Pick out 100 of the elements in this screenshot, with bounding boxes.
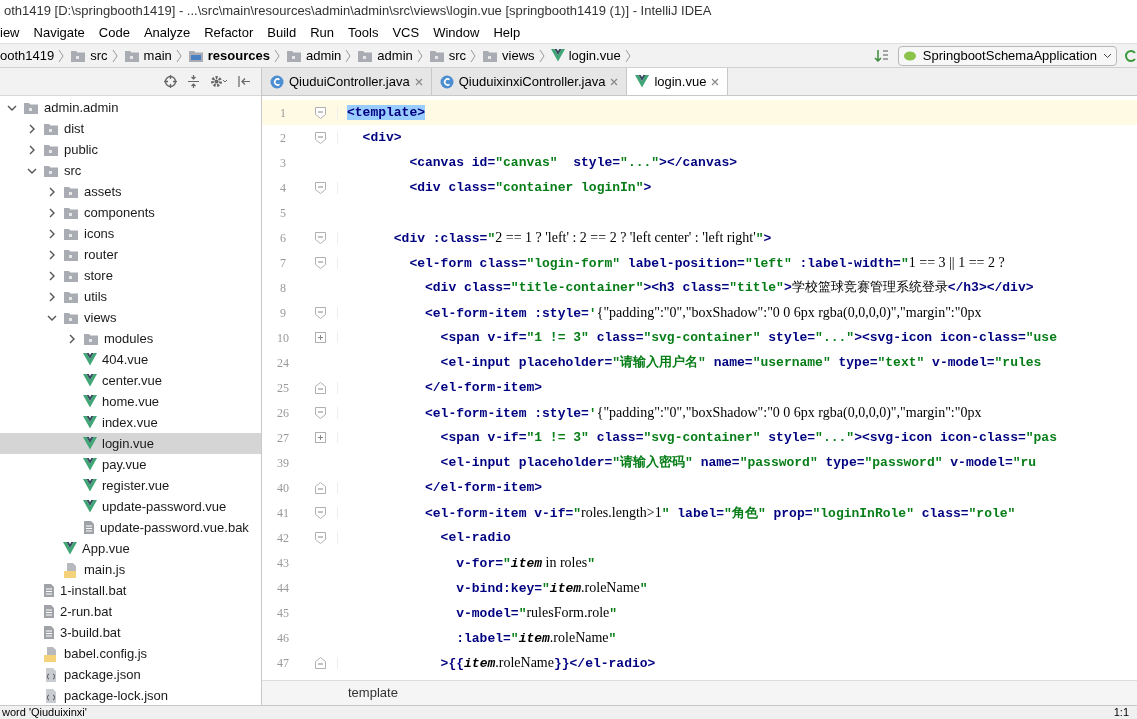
menu-item[interactable]: VCS <box>392 22 420 43</box>
line-number: 27 <box>276 429 290 447</box>
collapse-all-icon[interactable] <box>187 75 200 88</box>
fold-marker-icon[interactable] <box>315 256 326 269</box>
menu-item[interactable]: Tools <box>348 22 379 43</box>
breadcrumb-item[interactable]: resources <box>187 45 286 66</box>
chevron-icon[interactable] <box>47 291 57 302</box>
chevron-icon[interactable] <box>47 249 57 260</box>
breadcrumb-item[interactable]: admin <box>285 45 358 66</box>
settings-icon[interactable] <box>210 75 228 88</box>
tree-item[interactable]: update-password.vue.bak <box>0 517 261 538</box>
tree-item[interactable]: package-lock.json <box>0 685 261 705</box>
fold-marker-icon[interactable] <box>315 381 326 394</box>
fold-marker-icon[interactable] <box>315 131 326 144</box>
tree-item[interactable]: utils <box>0 286 261 307</box>
tree-item[interactable]: components <box>0 202 261 223</box>
menu-item[interactable]: Run <box>310 22 335 43</box>
menu-item[interactable]: Window <box>433 22 480 43</box>
fold-marker-icon[interactable] <box>315 181 326 194</box>
breadcrumb-item[interactable]: views <box>482 45 551 66</box>
fold-marker-icon[interactable] <box>315 481 326 494</box>
chevron-icon[interactable] <box>47 270 57 281</box>
fold-marker-icon[interactable] <box>315 406 326 419</box>
fold-marker-icon[interactable] <box>315 531 326 544</box>
tree-item[interactable]: 2-run.bat <box>0 601 261 622</box>
tree-item[interactable]: admin.admin <box>0 97 261 118</box>
tree-item[interactable]: 3-build.bat <box>0 622 261 643</box>
crosshair-icon[interactable] <box>164 75 177 88</box>
code-line: v-for="item in roles" <box>455 553 595 573</box>
tree-item[interactable]: main.js <box>0 559 261 580</box>
tree-item[interactable]: assets <box>0 181 261 202</box>
tree-item[interactable]: center.vue <box>0 370 261 391</box>
tree-item[interactable]: modules <box>0 328 261 349</box>
tree-item[interactable]: icons <box>0 223 261 244</box>
tree-item[interactable]: index.vue <box>0 412 261 433</box>
tree-item[interactable]: 1-install.bat <box>0 580 261 601</box>
breadcrumb-item[interactable]: admin <box>357 45 429 66</box>
tree-item[interactable]: router <box>0 244 261 265</box>
line-number: 9 <box>279 304 287 322</box>
breadcrumb-item[interactable]: src <box>70 45 124 66</box>
chevron-icon[interactable] <box>27 123 37 134</box>
tree-item[interactable]: babel.config.js <box>0 643 261 664</box>
menu-item[interactable]: Refactor <box>204 22 254 43</box>
menu-item[interactable]: Code <box>98 22 130 43</box>
folder-icon <box>63 268 79 283</box>
expand-marker-icon[interactable] <box>315 432 326 443</box>
tree-item[interactable]: dist <box>0 118 261 139</box>
fold-marker-icon[interactable] <box>315 231 326 244</box>
fold-marker-icon[interactable] <box>315 506 326 519</box>
tree-item[interactable]: home.vue <box>0 391 261 412</box>
tree-item[interactable]: src <box>0 160 261 181</box>
tree-item[interactable]: 404.vue <box>0 349 261 370</box>
editor-tab[interactable]: QiuduiController.java <box>262 68 432 95</box>
breadcrumb-item[interactable]: login.vue <box>550 45 637 66</box>
hide-panel-icon[interactable] <box>238 75 251 88</box>
folder-icon <box>43 142 59 157</box>
chevron-icon[interactable] <box>47 186 57 197</box>
menu-item[interactable]: Build <box>267 22 297 43</box>
menu-item[interactable]: Help <box>493 22 521 43</box>
chevron-icon[interactable] <box>47 207 57 218</box>
chevron-icon[interactable] <box>67 333 77 344</box>
separator-icon <box>111 48 118 63</box>
line-number: 8 <box>279 279 287 297</box>
sort-icon[interactable] <box>873 48 890 63</box>
tree-item[interactable]: public <box>0 139 261 160</box>
tree-item[interactable]: store <box>0 265 261 286</box>
close-icon[interactable] <box>711 77 720 86</box>
text-file-icon <box>43 604 55 619</box>
tree-item[interactable]: login.vue <box>0 433 261 454</box>
tree-item[interactable]: register.vue <box>0 475 261 496</box>
chevron-icon[interactable] <box>27 144 37 155</box>
fold-marker-icon[interactable] <box>315 106 326 119</box>
line-number: 4 <box>279 179 287 197</box>
breadcrumb-item[interactable]: src <box>428 45 483 66</box>
line-number: 1 <box>279 104 287 122</box>
vue-file-icon <box>550 49 565 62</box>
menu-item[interactable]: Navigate <box>33 22 85 43</box>
line-number: 39 <box>276 454 290 472</box>
close-icon[interactable] <box>414 77 423 86</box>
chevron-icon[interactable] <box>47 228 57 239</box>
breadcrumb-item[interactable]: template <box>348 683 398 703</box>
tree-item[interactable]: views <box>0 307 261 328</box>
caret-icon <box>1103 52 1112 59</box>
refresh-icon[interactable] <box>1125 48 1137 63</box>
fold-marker-icon[interactable] <box>315 306 326 319</box>
menu-item[interactable]: Analyze <box>143 22 191 43</box>
menu-item[interactable]: iew <box>0 22 20 43</box>
expand-marker-icon[interactable] <box>315 332 326 343</box>
breadcrumb-item[interactable]: main <box>123 45 188 66</box>
editor-tab[interactable]: QiuduixinxiController.java <box>431 68 628 95</box>
tree-item[interactable]: package.json <box>0 664 261 685</box>
tree-item[interactable]: pay.vue <box>0 454 261 475</box>
editor-tab[interactable]: login.vue <box>627 68 729 95</box>
tree-item[interactable]: App.vue <box>0 538 261 559</box>
close-icon[interactable] <box>610 77 619 86</box>
run-configuration-dropdown[interactable]: SpringbootSchemaApplication <box>897 45 1117 66</box>
breadcrumb-item[interactable]: ooth1419 <box>0 45 71 66</box>
fold-marker-icon[interactable] <box>315 656 326 669</box>
tree-item[interactable]: update-password.vue <box>0 496 261 517</box>
line-number: 5 <box>279 204 287 222</box>
